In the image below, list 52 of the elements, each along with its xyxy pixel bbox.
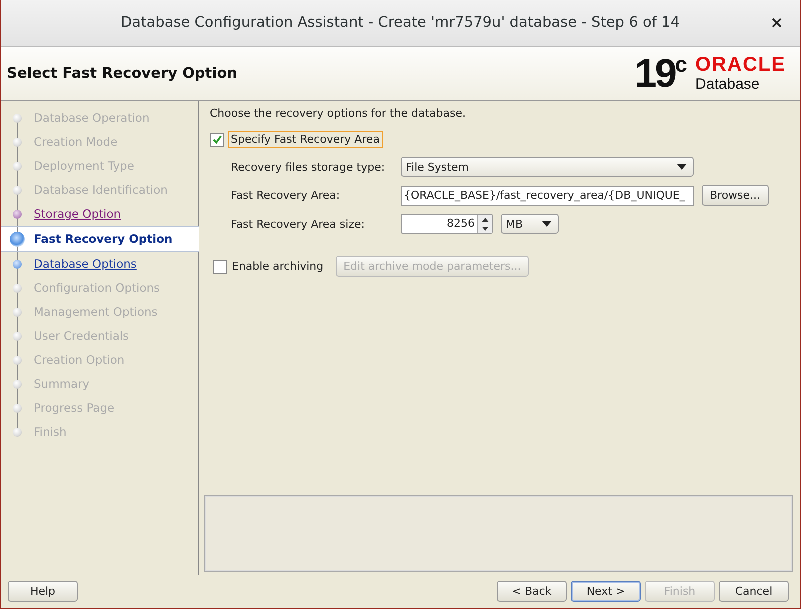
- checkbox-label[interactable]: Specify Fast Recovery Area: [228, 131, 383, 148]
- wizard-button[interactable]: Help: [8, 581, 78, 602]
- page-title: Select Fast Recovery Option: [7, 66, 238, 82]
- caret-icon: [677, 164, 687, 170]
- checkbox[interactable]: [210, 132, 224, 146]
- step-item: Deployment Type: [34, 159, 134, 173]
- step-dot-icon: [13, 114, 22, 122]
- step-item[interactable]: Storage Option: [34, 207, 122, 221]
- step-item: Configuration Options: [34, 281, 160, 295]
- storage-type-dropdown[interactable]: File System: [401, 157, 694, 177]
- step-dot-icon: [13, 186, 22, 194]
- step-item: Database Operation: [34, 111, 150, 125]
- close-icon[interactable]: [772, 18, 782, 28]
- checkbox-label[interactable]: Enable archiving: [232, 260, 324, 273]
- step-item: Progress Page: [34, 401, 115, 415]
- step-dot-icon: [13, 404, 22, 412]
- step-dot-icon: [13, 284, 22, 292]
- product-name: Database: [696, 76, 761, 94]
- step-item: Creation Option: [34, 353, 125, 367]
- window-title: Database Configuration Assistant - Create 'mr7579u' database - Step 6 of 14: [121, 15, 680, 31]
- step-item: Finish: [34, 425, 67, 439]
- step-dot-icon: [10, 232, 25, 246]
- field-label: Fast Recovery Area size:: [231, 218, 366, 230]
- unit-dropdown[interactable]: MB: [501, 214, 559, 234]
- wizard-button[interactable]: Cancel: [719, 581, 789, 602]
- step-item: Management Options: [34, 305, 158, 319]
- browse-button[interactable]: Browse...: [702, 185, 769, 206]
- checkbox[interactable]: [213, 260, 227, 274]
- step-dot-icon: [13, 138, 22, 146]
- step-item: Database Identification: [34, 183, 168, 197]
- step-item[interactable]: Database Options: [34, 257, 137, 271]
- caret-icon: [542, 221, 552, 227]
- wizard-button[interactable]: < Back: [497, 581, 567, 602]
- version-logo: 19$^{c}$: [634, 54, 688, 94]
- step-dot-icon: [13, 380, 22, 388]
- step-item: User Credentials: [34, 329, 130, 343]
- step-dot-icon: [13, 308, 22, 316]
- step-dot-icon: [13, 210, 22, 218]
- location-field[interactable]: {ORACLE_BASE}/fast_recovery_area/{DB_UNIQUE_: [401, 186, 694, 206]
- step-item: Creation Mode: [34, 135, 118, 149]
- instruction-text: Choose the recovery options for the database.: [210, 107, 467, 120]
- size-spinner[interactable]: 8256: [401, 214, 493, 234]
- wizard-button[interactable]: Next >: [571, 581, 641, 602]
- step-dot-icon: [13, 260, 22, 268]
- step-dot-icon: [13, 356, 22, 364]
- step-dot-icon: [13, 332, 22, 340]
- step-item: Summary: [34, 377, 90, 391]
- step-dot-icon: [13, 428, 22, 436]
- step-dot-icon: [13, 162, 22, 170]
- field-label: Recovery files storage type:: [231, 160, 386, 174]
- field-label: Fast Recovery Area:: [231, 189, 342, 202]
- brand-logo: ORACLE: [696, 54, 786, 76]
